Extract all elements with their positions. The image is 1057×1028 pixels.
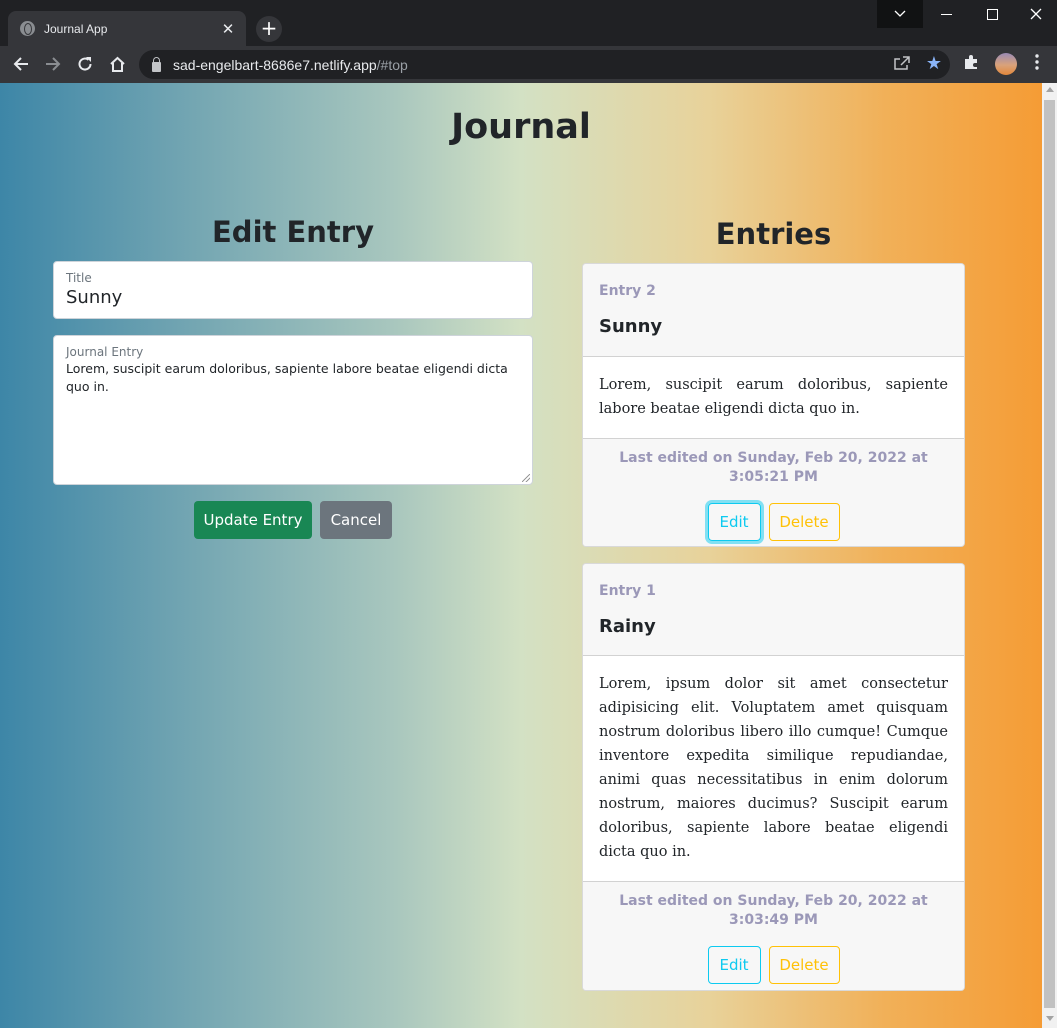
entry-card-header: Entry 2 Sunny [583,264,964,357]
home-icon [109,56,125,72]
entry-actions: Edit Delete [599,503,948,541]
delete-button[interactable]: Delete [768,946,840,984]
last-edited-text: Last edited on Sunday, Feb 20, 2022 at 3… [619,893,928,928]
kebab-menu-icon[interactable] [1030,54,1044,70]
entry-card: Entry 2 Sunny Lorem, suscipit earum dolo… [582,263,965,547]
star-icon[interactable]: ★ [926,53,942,74]
profile-avatar[interactable] [995,53,1017,75]
reload-icon [78,57,92,71]
entry-card-footer: Last edited on Sunday, Feb 20, 2022 at 3… [583,438,964,546]
page-title: Journal [451,107,591,147]
scroll-down-arrow-icon[interactable] [1046,1016,1054,1021]
scroll-up-arrow-icon[interactable] [1046,87,1054,92]
back-button[interactable] [7,50,35,78]
browser-tab[interactable]: Journal App ✕ [8,11,246,46]
title-input[interactable] [66,287,520,308]
lock-icon[interactable] [152,56,161,72]
entry-card-header: Entry 1 Rainy [583,564,964,656]
close-window-button[interactable] [1014,0,1057,28]
arrow-right-icon [46,57,61,71]
arrow-left-icon [13,57,28,71]
address-bar[interactable]: sad-engelbart-8686e7.netlify.app/#top ★ [139,50,950,79]
entry-actions: Edit Delete [599,946,948,984]
home-button[interactable] [103,50,131,78]
title-label: Title [66,271,92,285]
entry-card-footer: Last edited on Sunday, Feb 20, 2022 at 3… [583,881,964,990]
reload-button[interactable] [71,50,99,78]
tab-close-icon[interactable]: ✕ [220,20,236,38]
entry-body: Lorem, ipsum dolor sit amet consectetur … [599,676,948,860]
journal-entry-field[interactable]: Journal Entry Lorem, suscipit earum dolo… [53,335,533,485]
title-field[interactable]: Title [53,261,533,319]
close-icon [1030,8,1041,20]
page-viewport: Journal Edit Entry Title Journal Entry L… [0,83,1042,1028]
url-text[interactable]: sad-engelbart-8686e7.netlify.app/#top [173,57,408,73]
entries-heading: Entries [715,217,832,251]
share-icon[interactable] [894,56,910,74]
entry-title: Rainy [599,616,656,637]
entry-title: Sunny [599,316,663,337]
entry-body: Lorem, suscipit earum doloribus, sapient… [599,377,948,417]
delete-button[interactable]: Delete [768,503,840,541]
tab-title: Journal App [44,21,108,36]
url-path: /#top [376,56,408,73]
maximize-button[interactable] [969,0,1015,28]
tab-search-button[interactable] [877,0,923,28]
vertical-scrollbar[interactable] [1042,83,1057,1028]
chevron-down-icon [894,10,906,17]
entry-number: Entry 2 [599,283,656,299]
journal-entry-label: Journal Entry [66,345,144,359]
minimize-icon [940,13,952,15]
update-entry-button[interactable]: Update Entry [194,501,312,539]
globe-icon [20,21,35,36]
url-host: sad-engelbart-8686e7.netlify.app [173,56,377,73]
entry-number: Entry 1 [599,583,656,599]
edit-entry-heading: Edit Entry [212,215,374,249]
cancel-button[interactable]: Cancel [320,501,392,539]
scrollbar-thumb[interactable] [1044,100,1055,1008]
resize-handle-icon[interactable] [522,474,530,482]
journal-entry-textarea[interactable]: Lorem, suscipit earum doloribus, sapient… [66,360,520,470]
last-edited-text: Last edited on Sunday, Feb 20, 2022 at 3… [619,450,928,485]
new-tab-button[interactable]: + [256,16,282,42]
browser-toolbar: sad-engelbart-8686e7.netlify.app/#top ★ [0,46,1057,83]
maximize-icon [986,8,998,20]
edit-button[interactable]: Edit [707,503,761,541]
tab-strip: Journal App ✕ + [0,0,1057,46]
minimize-button[interactable] [923,0,969,28]
edit-button[interactable]: Edit [707,946,761,984]
forward-button[interactable] [39,50,67,78]
entry-card: Entry 1 Rainy Lorem, ipsum dolor sit ame… [582,563,965,991]
puzzle-icon[interactable] [963,54,979,74]
